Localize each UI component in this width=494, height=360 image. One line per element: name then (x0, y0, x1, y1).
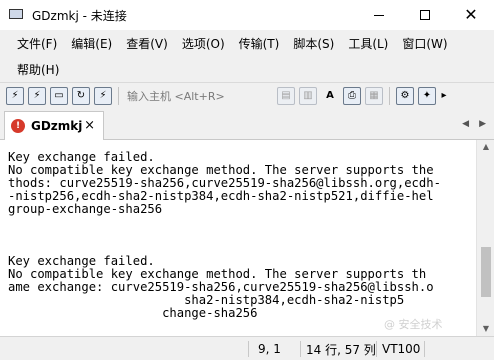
menu-tools[interactable]: 工具(L) (341, 35, 395, 52)
tab-navigation: ◀ ▶ (462, 108, 494, 140)
tab-prev-icon[interactable]: ◀ (462, 119, 469, 129)
scroll-down-icon[interactable]: ▼ (477, 322, 494, 336)
close-icon: ✕ (464, 5, 478, 24)
menu-script[interactable]: 脚本(S) (286, 35, 341, 52)
menu-bar: 文件(F) 编辑(E) 查看(V) 选项(O) 传输(T) 脚本(S) 工具(L… (0, 30, 494, 82)
find-icon[interactable]: A (321, 87, 339, 105)
terminal-line: change-sha256 (8, 306, 258, 320)
window-controls: ✕ (356, 0, 494, 30)
menu-help[interactable]: 帮助(H) (10, 61, 66, 78)
menu-file[interactable]: 文件(F) (10, 35, 64, 52)
menu-options[interactable]: 选项(O) (175, 35, 232, 52)
close-button[interactable]: ✕ (448, 0, 494, 30)
minimize-button[interactable] (356, 0, 402, 30)
status-bar: 9, 1 14 行, 57 列 VT100 (0, 336, 494, 360)
rows-cols: 14 行, 57 列 (306, 342, 376, 357)
toolbar-separator-2 (389, 86, 390, 105)
session-tab-bar: ! GDzmkj × ◀ ▶ (0, 108, 494, 140)
toolbar-more-icon[interactable]: ▸ (440, 87, 448, 105)
terminal-scrollbar[interactable]: ▲ ▼ (476, 140, 494, 336)
scroll-up-icon[interactable]: ▲ (477, 140, 494, 154)
terminal-output[interactable]: Key exchange failed. No compatible key e… (0, 140, 476, 336)
cursor-position: 9, 1 (258, 342, 281, 356)
status-divider (248, 341, 249, 357)
settings-icon[interactable]: ⚙ (396, 86, 414, 105)
host-input[interactable]: 输入主机 <Alt+R> (125, 86, 273, 106)
copy-icon[interactable]: ▤ (277, 86, 295, 105)
terminal-line: group-exchange-sha256 (8, 202, 163, 216)
tab-close-icon[interactable]: × (84, 118, 95, 133)
minimize-icon (374, 14, 384, 16)
scroll-thumb[interactable] (481, 247, 491, 297)
menu-row-1: 文件(F) 编辑(E) 查看(V) 选项(O) 传输(T) 脚本(S) 工具(L… (0, 30, 494, 56)
menu-transfer[interactable]: 传输(T) (232, 35, 287, 52)
disconnect-icon[interactable]: ⚡ (94, 86, 112, 105)
print-icon[interactable]: ⎙ (343, 86, 361, 105)
session-status-icon: ! (11, 119, 25, 133)
tab-label: GDzmkj (31, 119, 83, 133)
terminal-type: VT100 (382, 342, 421, 356)
menu-row-2: 帮助(H) (0, 56, 494, 82)
reconnect-icon[interactable]: ↻ (72, 86, 90, 105)
watermark: @ 安全技术 (384, 318, 443, 331)
connect-tab-icon[interactable]: ▭ (50, 86, 68, 105)
menu-window[interactable]: 窗口(W) (395, 35, 454, 52)
toolbar-right-group: ▤ ▥ A ⎙ ▦ ⚙ ✦ ▸ (277, 86, 452, 105)
global-options-icon[interactable]: ✦ (418, 86, 436, 105)
paste-icon[interactable]: ▥ (299, 86, 317, 105)
status-divider (424, 341, 425, 357)
menu-view[interactable]: 查看(V) (119, 35, 175, 52)
window-title: GDzmkj - 未连接 (32, 8, 127, 23)
quick-connect-icon[interactable]: ⚡ (28, 86, 46, 105)
toolbar-separator (118, 86, 119, 105)
toolbar: ⚡ ⚡ ▭ ↻ ⚡ 输入主机 <Alt+R> ▤ ▥ A ⎙ ▦ ⚙ ✦ ▸ (0, 82, 494, 108)
app-icon (8, 7, 24, 23)
maximize-button[interactable] (402, 0, 448, 30)
status-divider (300, 341, 301, 357)
print-setup-icon[interactable]: ▦ (365, 86, 383, 105)
menu-edit[interactable]: 编辑(E) (64, 35, 119, 52)
tab-gdzmkj[interactable]: ! GDzmkj × (4, 111, 104, 140)
maximize-icon (420, 10, 430, 20)
title-bar: GDzmkj - 未连接 ✕ (0, 0, 494, 30)
tab-next-icon[interactable]: ▶ (479, 119, 486, 129)
connect-icon[interactable]: ⚡ (6, 86, 24, 105)
status-divider (376, 341, 377, 357)
